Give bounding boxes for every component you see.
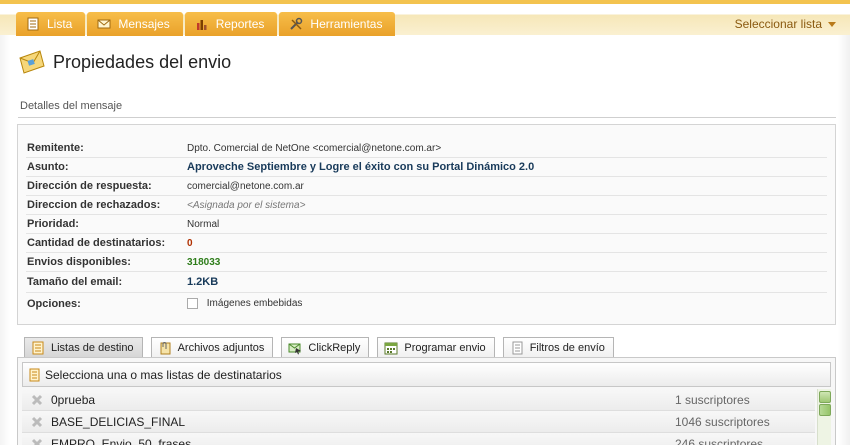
list-item[interactable]: 0prueba 1 suscriptores	[22, 390, 815, 411]
clickreply-icon	[288, 341, 302, 355]
detail-label: Opciones:	[27, 298, 81, 310]
scroll-thumb[interactable]	[819, 404, 831, 416]
remove-icon[interactable]	[30, 393, 44, 407]
list-subscribers: 1046 suscriptores	[675, 415, 770, 429]
detail-label: Prioridad:	[27, 218, 79, 230]
message-details-panel: Remitente: Dpto. Comercial de NetOne <co…	[17, 124, 836, 325]
tab-programar-envio[interactable]: Programar envio	[377, 337, 495, 359]
detail-row-remitente: Remitente: Dpto. Comercial de NetOne <co…	[26, 139, 827, 158]
detail-value-priority: Normal	[187, 218, 220, 230]
destination-lists-panel: Selecciona una o mas listas de destinata…	[17, 357, 836, 445]
envelope-icon	[97, 17, 111, 31]
tab-lista[interactable]: Lista	[16, 12, 86, 36]
main-tabs: Lista Mensajes Reportes Herramientas	[16, 12, 397, 36]
tools-icon	[289, 17, 303, 31]
tab-label: Listas de destino	[51, 342, 134, 354]
detail-row-asunto: Asunto: Aproveche Septiembre y Logre el …	[26, 158, 827, 177]
tab-filtros-de-envio[interactable]: Filtros de envío	[502, 337, 614, 359]
scroll-up-button[interactable]	[819, 391, 831, 403]
select-list-label: Seleccionar lista	[734, 17, 822, 31]
calendar-icon	[384, 341, 398, 355]
left-gutter	[0, 35, 10, 445]
list-panel-header: Selecciona una o mas listas de destinata…	[22, 362, 831, 387]
list-name: 0prueba	[51, 393, 96, 407]
top-navigation-bar: Lista Mensajes Reportes Herramientas Sel…	[0, 0, 850, 36]
detail-value-bounces: <Asignada por el sistema>	[187, 199, 306, 211]
detail-label: Tamaño del email:	[27, 276, 123, 288]
tab-herramientas-label: Herramientas	[310, 17, 383, 31]
detail-value-sender: Dpto. Comercial de NetOne <comercial@net…	[187, 142, 442, 154]
filter-icon	[510, 341, 524, 355]
tab-mensajes[interactable]: Mensajes	[87, 12, 183, 36]
detail-label: Remitente:	[27, 142, 84, 154]
detail-row-respuesta: Dirección de respuesta: comercial@netone…	[26, 177, 827, 196]
section-divider	[18, 117, 836, 118]
tab-reportes[interactable]: Reportes	[184, 12, 278, 36]
envelope-send-icon	[18, 48, 46, 76]
tab-clickreply[interactable]: ClickReply	[281, 337, 370, 359]
detail-row-destinatarios: Cantidad de destinatarios: 0	[26, 234, 827, 253]
detail-label: Direccion de rechazados:	[27, 199, 161, 211]
send-options-tabs: Listas de destino Archivos adjuntos Clic…	[24, 337, 622, 359]
list-item[interactable]: BASE_DELICIAS_FINAL 1046 suscriptores	[22, 412, 815, 433]
embedded-images-label: Imágenes embebidas	[206, 298, 303, 310]
embedded-images-checkbox[interactable]	[187, 298, 198, 310]
detail-label: Asunto:	[27, 161, 69, 173]
detail-row-opciones: Opciones: Imágenes embebidas	[26, 293, 827, 315]
detail-row-envios: Envios disponibles: 318033	[26, 253, 827, 272]
option-embedded-images[interactable]: Imágenes embebidas	[187, 298, 303, 310]
tab-label: Programar envio	[404, 342, 486, 354]
list-item[interactable]: EMPRO_Envio_50_frases 246 suscriptores	[22, 434, 815, 445]
tab-herramientas[interactable]: Herramientas	[279, 12, 396, 36]
list-doc-icon	[29, 368, 40, 382]
list-subscribers: 1 suscriptores	[675, 393, 750, 407]
detail-value-reply-to: comercial@netone.com.ar	[187, 180, 304, 192]
detail-value-subject: Aproveche Septiembre y Logre el éxito co…	[187, 161, 535, 173]
detail-row-prioridad: Prioridad: Normal	[26, 215, 827, 234]
detail-value-recipient-count: 0	[187, 237, 193, 249]
right-gutter	[838, 35, 850, 445]
list-subscribers: 246 suscriptores	[675, 437, 764, 445]
list-icon	[26, 17, 40, 31]
tab-label: Filtros de envío	[529, 342, 605, 354]
tab-lista-label: Lista	[47, 17, 73, 31]
detail-label: Envios disponibles:	[27, 256, 131, 268]
tab-archivos-adjuntos[interactable]: Archivos adjuntos	[150, 337, 274, 359]
remove-icon[interactable]	[30, 437, 44, 445]
detail-label: Cantidad de destinatarios:	[27, 237, 166, 249]
select-list-dropdown[interactable]: Seleccionar lista	[735, 17, 836, 31]
list-panel-title: Selecciona una o mas listas de destinata…	[45, 367, 282, 382]
chevron-down-icon	[828, 21, 836, 27]
tab-mensajes-label: Mensajes	[118, 17, 170, 31]
attachment-icon	[158, 341, 172, 355]
tab-label: ClickReply	[308, 342, 361, 354]
section-title: Detalles del mensaje	[20, 100, 123, 112]
detail-row-rechazados: Direccion de rechazados: <Asignada por e…	[26, 196, 827, 215]
tab-label: Archivos adjuntos	[177, 342, 265, 354]
remove-icon[interactable]	[30, 415, 44, 429]
list-name: EMPRO_Envio_50_frases	[51, 437, 192, 445]
detail-label: Dirección de respuesta:	[27, 180, 152, 192]
tab-reportes-label: Reportes	[215, 17, 265, 31]
list-name: BASE_DELICIAS_FINAL	[51, 415, 186, 429]
page-title: Propiedades del envio	[53, 51, 232, 72]
list-scrollbar[interactable]	[817, 389, 831, 445]
list-doc-icon	[31, 341, 45, 355]
page-header: Propiedades del envio	[18, 48, 231, 76]
detail-row-tamano: Tamaño del email: 1.2KB	[26, 272, 827, 293]
tab-listas-de-destino[interactable]: Listas de destino	[24, 337, 143, 359]
detail-value-email-size: 1.2KB	[187, 276, 219, 288]
bar-chart-icon	[195, 17, 209, 31]
detail-value-available-sends: 318033	[187, 256, 221, 268]
